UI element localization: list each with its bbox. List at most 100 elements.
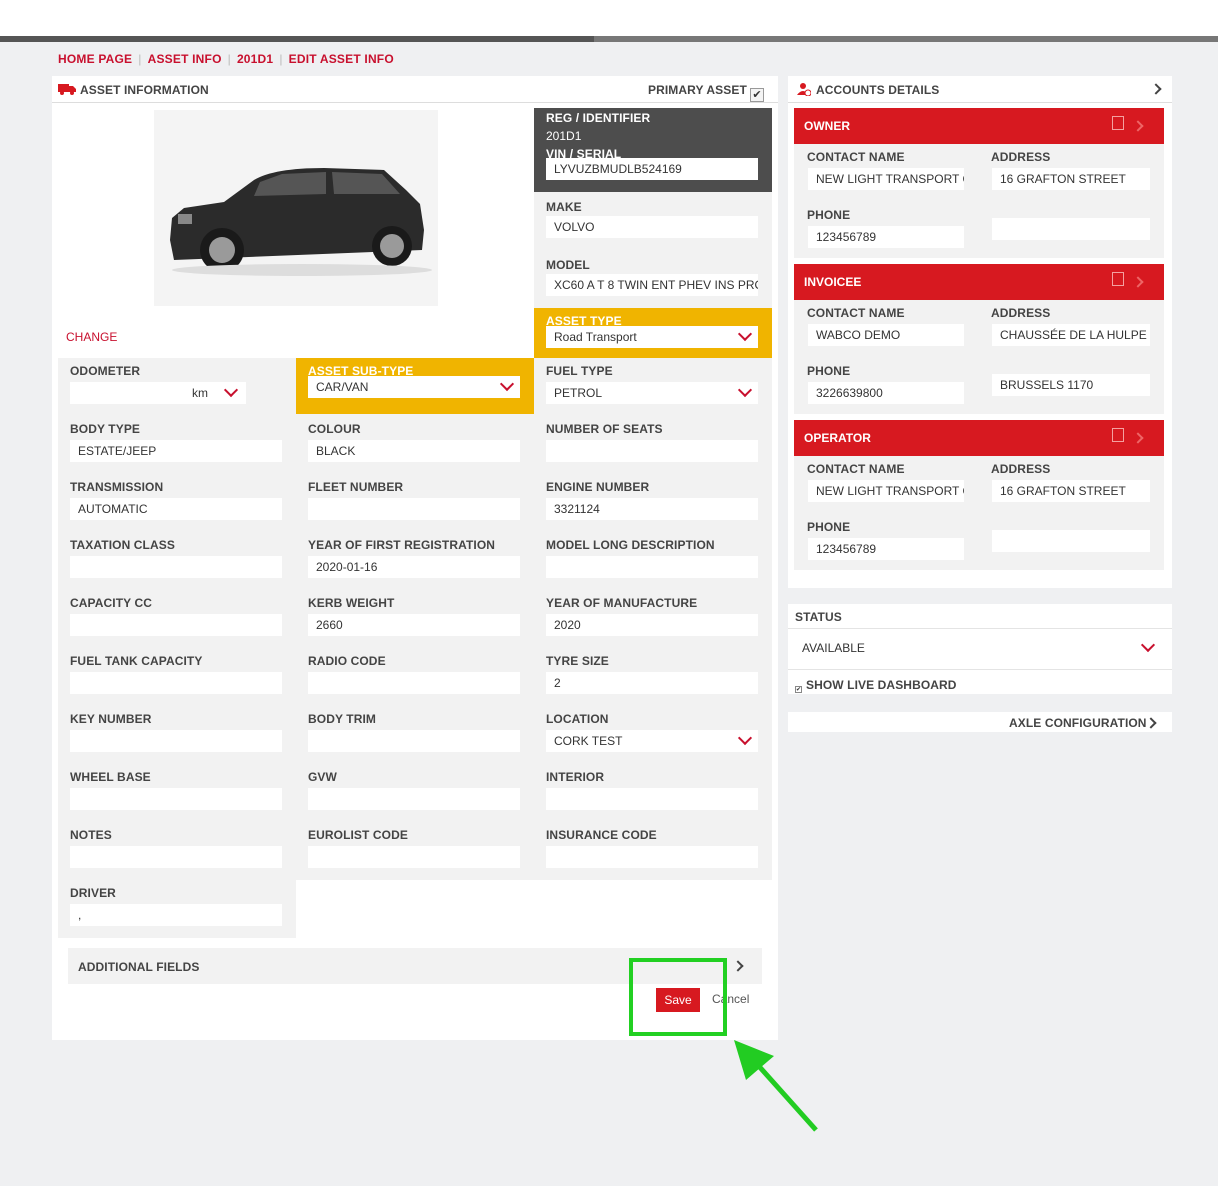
make-label: MAKE: [546, 200, 582, 214]
owner-title: OWNER: [804, 119, 850, 133]
operator-phone-input[interactable]: 123456789: [808, 538, 964, 560]
breadcrumb-asset-info[interactable]: ASSET INFO: [148, 52, 222, 66]
chevron-right-icon: [732, 960, 744, 972]
invoicee-phone-input[interactable]: 3226639800: [808, 382, 964, 404]
capacity-cc-label: CAPACITY CC: [70, 596, 152, 610]
eurolist-code-label: EUROLIST CODE: [308, 828, 408, 842]
insurance-code-input[interactable]: [546, 846, 758, 868]
invoicee-address2-input[interactable]: BRUSSELS 1170: [992, 374, 1150, 396]
first-registration-input[interactable]: 2020-01-16: [308, 556, 520, 578]
invoicee-header[interactable]: INVOICEE: [794, 264, 1164, 300]
transmission-input[interactable]: AUTOMATIC: [70, 498, 282, 520]
invoicee-contact-input[interactable]: WABCO DEMO: [808, 324, 964, 346]
operator-address-input[interactable]: 16 GRAFTON STREET: [992, 480, 1150, 502]
person-icon: [797, 83, 811, 96]
engine-number-input[interactable]: 3321124: [546, 498, 758, 520]
fuel-tank-capacity-input[interactable]: [70, 672, 282, 694]
seats-label: NUMBER OF SEATS: [546, 422, 663, 436]
operator-body: CONTACT NAME NEW LIGHT TRANSPORT C ADDRE…: [794, 456, 1164, 570]
change-image-link[interactable]: CHANGE: [66, 330, 117, 344]
colour-label: COLOUR: [308, 422, 361, 436]
show-dashboard-label: SHOW LIVE DASHBOARD: [806, 678, 957, 692]
primary-asset-label: PRIMARY ASSET: [648, 83, 747, 97]
status-select[interactable]: AVAILABLE: [788, 628, 1172, 670]
primary-asset-checkbox[interactable]: ✔: [750, 88, 764, 102]
first-registration-label: YEAR OF FIRST REGISTRATION: [308, 538, 496, 552]
seats-input[interactable]: [546, 440, 758, 462]
asset-type-select[interactable]: Road Transport: [546, 326, 758, 348]
location-select[interactable]: CORK TEST: [546, 730, 758, 752]
axle-configuration-label: AXLE CONFIGURATION: [1009, 716, 1147, 730]
chevron-down-icon: [223, 382, 239, 398]
asset-image: [154, 110, 438, 306]
chevron-down-icon: [1140, 637, 1156, 653]
status-panel: STATUS AVAILABLE ✔ SHOW LIVE DASHBOARD: [788, 604, 1172, 694]
car-image: [170, 168, 432, 276]
driver-input[interactable]: ,: [70, 904, 282, 926]
body-type-input[interactable]: ESTATE/JEEP: [70, 440, 282, 462]
asset-panel-title: ASSET INFORMATION: [80, 83, 209, 97]
location-label: LOCATION: [546, 712, 609, 726]
kerb-weight-input[interactable]: 2660: [308, 614, 520, 636]
colour-input[interactable]: BLACK: [308, 440, 520, 462]
tyre-size-input[interactable]: 2: [546, 672, 758, 694]
owner-address2-input[interactable]: [992, 218, 1150, 240]
owner-header[interactable]: OWNER: [794, 108, 1164, 144]
document-icon[interactable]: [1112, 116, 1124, 130]
invoicee-contact-label: CONTACT NAME: [807, 306, 905, 320]
radio-code-input[interactable]: [308, 672, 520, 694]
accounts-header[interactable]: ACCOUNTS DETAILS: [788, 76, 1172, 103]
owner-phone-input[interactable]: 123456789: [808, 226, 964, 248]
owner-body: CONTACT NAME NEW LIGHT TRANSPORT C ADDRE…: [794, 144, 1164, 258]
make-input[interactable]: VOLVO: [546, 216, 758, 238]
interior-input[interactable]: [546, 788, 758, 810]
wheel-base-input[interactable]: [70, 788, 282, 810]
operator-header[interactable]: OPERATOR: [794, 420, 1164, 456]
axle-configuration-bar[interactable]: AXLE CONFIGURATION: [788, 712, 1172, 732]
key-number-input[interactable]: [70, 730, 282, 752]
gvw-input[interactable]: [308, 788, 520, 810]
show-dashboard-checkbox[interactable]: ✔: [795, 686, 802, 693]
chevron-down-icon: [737, 326, 753, 342]
owner-address-input[interactable]: 16 GRAFTON STREET: [992, 168, 1150, 190]
document-icon[interactable]: [1112, 272, 1124, 286]
status-label: STATUS: [795, 610, 842, 624]
wheel-base-label: WHEEL BASE: [70, 770, 151, 784]
breadcrumb-home[interactable]: HOME PAGE: [58, 52, 132, 66]
top-progress-line: [0, 36, 1218, 42]
truck-icon: [58, 84, 76, 95]
year-of-manufacture-label: YEAR OF MANUFACTURE: [546, 596, 698, 610]
body-trim-input[interactable]: [308, 730, 520, 752]
reg-identifier-label: REG / IDENTIFIER: [546, 111, 651, 125]
operator-address2-input[interactable]: [992, 530, 1150, 552]
chevron-right-icon: [1145, 717, 1157, 729]
asset-sub-type-block: ASSET SUB-TYPE CAR/VAN: [296, 358, 534, 414]
asset-type-value: Road Transport: [554, 330, 637, 344]
reg-vin-block: REG / IDENTIFIER 201D1 VIN / SERIAL LYVU…: [534, 108, 772, 192]
vin-serial-input[interactable]: LYVUZBMUDLB524169: [546, 158, 758, 180]
operator-address-label: ADDRESS: [991, 462, 1051, 476]
fuel-type-value: PETROL: [554, 386, 603, 400]
operator-contact-input[interactable]: NEW LIGHT TRANSPORT C: [808, 480, 964, 502]
breadcrumb-edit-asset-info[interactable]: EDIT ASSET INFO: [289, 52, 394, 66]
year-of-manufacture-input[interactable]: 2020: [546, 614, 758, 636]
invoicee-address-input[interactable]: CHAUSSÉE DE LA HULPE 1: [992, 324, 1150, 346]
document-icon[interactable]: [1112, 428, 1124, 442]
owner-address-label: ADDRESS: [991, 150, 1051, 164]
kerb-weight-label: KERB WEIGHT: [308, 596, 395, 610]
breadcrumb: HOME PAGE | ASSET INFO | 201D1 | EDIT AS…: [58, 52, 394, 66]
fleet-number-input[interactable]: [308, 498, 520, 520]
model-input[interactable]: XC60 A T 8 TWIN ENT PHEV INS PRO: [546, 274, 758, 296]
owner-contact-input[interactable]: NEW LIGHT TRANSPORT C: [808, 168, 964, 190]
taxation-class-input[interactable]: [70, 556, 282, 578]
breadcrumb-asset-id[interactable]: 201D1: [237, 52, 273, 66]
model-long-description-input[interactable]: [546, 556, 758, 578]
eurolist-code-input[interactable]: [308, 846, 520, 868]
asset-sub-type-select[interactable]: CAR/VAN: [308, 376, 520, 398]
notes-input[interactable]: [70, 846, 282, 868]
capacity-cc-input[interactable]: [70, 614, 282, 636]
tyre-size-label: TYRE SIZE: [546, 654, 609, 668]
odometer-unit-select[interactable]: km: [188, 382, 246, 404]
operator-title: OPERATOR: [804, 431, 871, 445]
fuel-type-select[interactable]: PETROL: [546, 382, 758, 404]
